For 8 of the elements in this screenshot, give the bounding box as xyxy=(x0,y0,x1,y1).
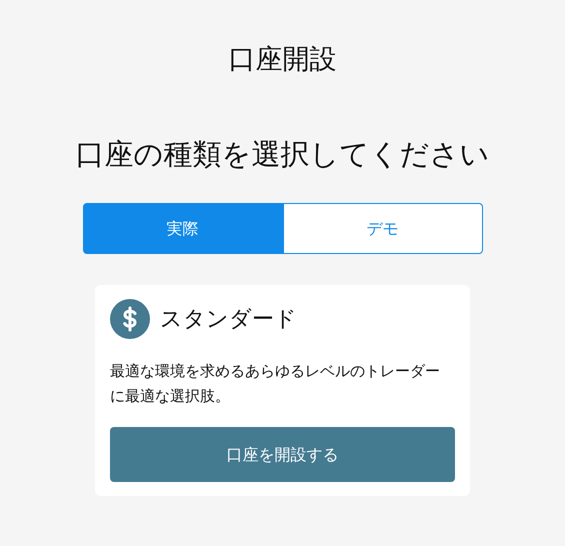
tab[interactable]: デモ xyxy=(282,203,482,254)
tab[interactable]: 実際 xyxy=(82,203,282,254)
open-account-button[interactable]: 口座を開設する xyxy=(110,427,455,482)
card-title: スタンダード xyxy=(160,306,297,334)
page-title: 口座開設 xyxy=(228,43,336,77)
dollar-icon xyxy=(110,299,150,339)
card-description: 最適な環境を求めるあらゆるレベルのトレーダーに最適な選択肢。 xyxy=(110,361,441,407)
heading: 口座の種類を選択してください xyxy=(76,136,490,173)
